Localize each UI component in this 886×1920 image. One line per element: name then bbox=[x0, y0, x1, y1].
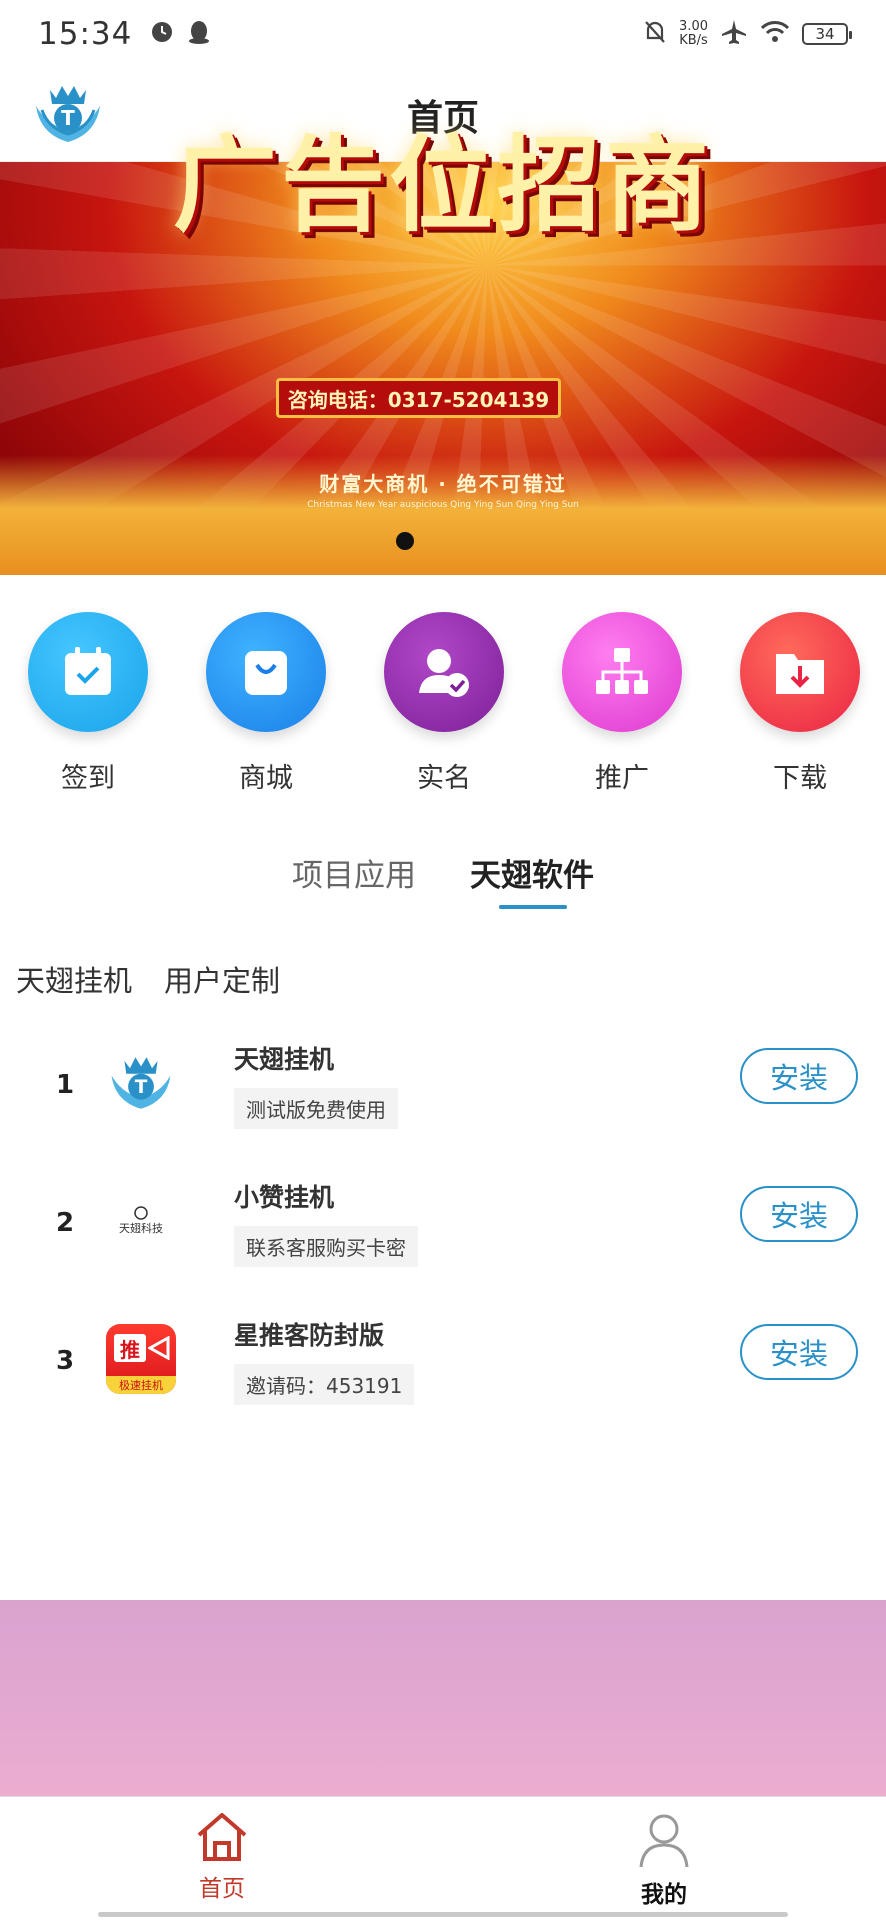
app-desc: 测试版免费使用 bbox=[234, 1088, 398, 1129]
clock-icon bbox=[150, 20, 174, 48]
app-desc: 邀请码：453191 bbox=[234, 1364, 415, 1405]
app-name: 小赞挂机 bbox=[234, 1183, 335, 1212]
app-desc: 联系客服购买卡密 bbox=[234, 1226, 418, 1267]
download-folder-icon bbox=[740, 612, 860, 732]
category-tabs: 项目应用 天翅软件 bbox=[0, 850, 886, 920]
nav-home-label: 首页 bbox=[199, 1876, 245, 1902]
list-item: 1 T 天翅挂机 测试版免费使用 安装 bbox=[0, 1040, 886, 1148]
install-button[interactable]: 安装 bbox=[740, 1186, 858, 1242]
feature-label: 签到 bbox=[61, 763, 115, 794]
tab-project-apps[interactable]: 项目应用 bbox=[292, 850, 416, 895]
mute-bell-icon bbox=[643, 19, 667, 49]
subtab-user-custom[interactable]: 用户定制 bbox=[164, 958, 280, 1000]
qq-icon bbox=[188, 19, 210, 49]
nav-me[interactable]: 我的 bbox=[604, 1811, 724, 1909]
subtab-tianchi-hangup[interactable]: 天翅挂机 bbox=[16, 958, 132, 1000]
feature-checkin[interactable]: 签到 bbox=[18, 612, 158, 795]
install-button[interactable]: 安装 bbox=[740, 1324, 858, 1380]
wifi-icon bbox=[760, 20, 790, 48]
active-tab-indicator bbox=[499, 905, 567, 909]
banner-headline: 广告位招商 bbox=[172, 123, 713, 246]
home-icon bbox=[195, 1811, 249, 1867]
network-speed: 3.00 KB/s bbox=[679, 19, 708, 48]
feature-promote[interactable]: 推广 bbox=[552, 612, 692, 795]
feature-realname[interactable]: 实名 bbox=[374, 612, 514, 795]
status-bar: 15:34 3.00 KB/s 34 bbox=[0, 0, 886, 68]
feature-grid: 签到 商城 实名 推广 下载 bbox=[0, 612, 886, 802]
app-name: 天翅挂机 bbox=[234, 1045, 335, 1074]
shopping-bag-icon bbox=[206, 612, 326, 732]
banner-phone: 咨询电话：0317-5204139 bbox=[276, 378, 561, 418]
app-index: 2 bbox=[56, 1208, 75, 1238]
gesture-bar[interactable] bbox=[98, 1912, 788, 1917]
feature-label: 商城 bbox=[239, 763, 293, 794]
banner-small-text: Christmas New Year auspicious Qing Ying … bbox=[307, 500, 579, 510]
feature-mall[interactable]: 商城 bbox=[196, 612, 336, 795]
feature-download[interactable]: 下载 bbox=[730, 612, 870, 795]
app-name: 星推客防封版 bbox=[234, 1321, 385, 1350]
list-item: 3 推 极速挂机 星推客防封版 邀请码：453191 安装 bbox=[0, 1316, 886, 1424]
bottom-nav: 首页 我的 bbox=[0, 1796, 886, 1920]
svg-text:T: T bbox=[135, 1077, 148, 1098]
user-icon bbox=[637, 1811, 691, 1873]
nav-home[interactable]: 首页 bbox=[162, 1811, 282, 1903]
banner-slogan: 财富大商机 · 绝不可错过 bbox=[319, 472, 567, 496]
app-index: 1 bbox=[56, 1070, 75, 1100]
tianchi-logo-icon: T bbox=[104, 1046, 178, 1120]
list-item: 2 天翅科技 小赞挂机 联系客服购买卡密 安装 bbox=[0, 1178, 886, 1286]
user-verify-icon bbox=[384, 612, 504, 732]
calendar-icon bbox=[28, 612, 148, 732]
tab-tianchi-software[interactable]: 天翅软件 bbox=[470, 850, 594, 895]
nav-me-label: 我的 bbox=[641, 1882, 687, 1908]
status-time: 15:34 bbox=[38, 16, 133, 52]
feature-label: 推广 bbox=[595, 763, 649, 794]
org-chart-icon bbox=[562, 612, 682, 732]
install-button[interactable]: 安装 bbox=[740, 1048, 858, 1104]
feature-label: 实名 bbox=[417, 763, 471, 794]
promo-area bbox=[0, 1600, 886, 1796]
tianchi-tech-logo-icon: 天翅科技 bbox=[104, 1184, 178, 1258]
app-index: 3 bbox=[56, 1346, 75, 1376]
banner-page-indicator[interactable] bbox=[396, 532, 414, 550]
airplane-icon bbox=[720, 18, 748, 50]
feature-label: 下载 bbox=[773, 763, 827, 794]
battery-icon: 34 bbox=[802, 23, 852, 45]
promote-app-icon: 推 极速挂机 bbox=[104, 1322, 178, 1396]
sub-tabs: 天翅挂机 用户定制 bbox=[16, 958, 280, 1000]
